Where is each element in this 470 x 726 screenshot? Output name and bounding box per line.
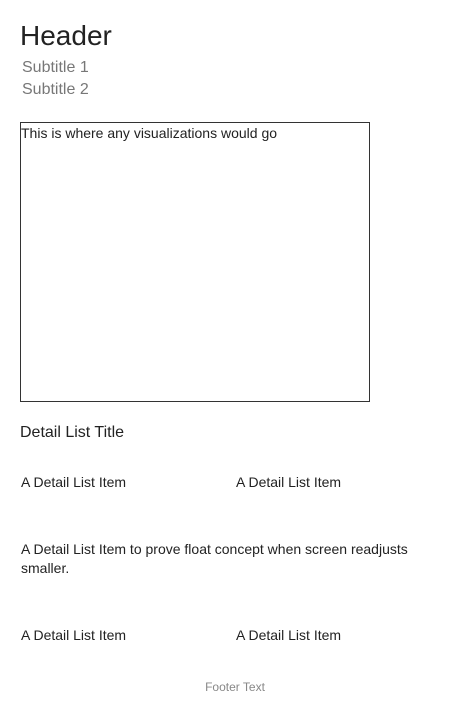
detail-list-item: A Detail List Item xyxy=(236,627,342,643)
detail-list-item: A Detail List Item to prove float concep… xyxy=(21,541,408,576)
detail-list-item: A Detail List Item xyxy=(21,474,127,490)
detail-list-title: Detail List Title xyxy=(20,424,125,441)
detail-list-item: A Detail List Item xyxy=(21,627,127,643)
detail-list-item: A Detail List Item xyxy=(236,474,342,490)
visualization-container: This is where any visualizations would g… xyxy=(20,122,370,402)
subtitle-1: Subtitle 1 xyxy=(22,59,89,76)
page-header: Header xyxy=(20,20,112,51)
visualization-placeholder-text: This is where any visualizations would g… xyxy=(21,125,278,141)
subtitle-2: Subtitle 2 xyxy=(22,81,89,98)
footer-text: Footer Text xyxy=(205,680,265,694)
